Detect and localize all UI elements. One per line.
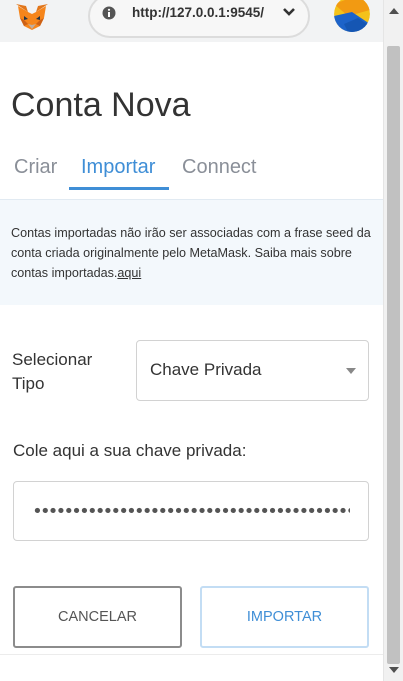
chevron-down-icon (283, 8, 295, 16)
notice-text: Contas importadas não irão ser associada… (11, 226, 371, 280)
scroll-down-arrow-icon[interactable] (388, 665, 400, 675)
key-type-value: Chave Privada (150, 360, 262, 379)
scroll-up-arrow-icon[interactable] (388, 6, 400, 16)
tab-bar: Criar Importar Connect (0, 154, 383, 200)
metamask-fox-icon[interactable] (14, 2, 50, 32)
import-button[interactable]: IMPORTAR (200, 586, 369, 648)
caret-down-icon (346, 368, 356, 374)
import-notice: Contas importadas não irão ser associada… (0, 199, 383, 305)
network-url: http://127.0.0.1:9545/ (132, 5, 265, 20)
main-content: Conta Nova Criar Importar Connect Contas… (0, 42, 383, 681)
tab-criar[interactable]: Criar (14, 156, 57, 187)
tab-connect[interactable]: Connect (182, 156, 257, 187)
private-key-label: Cole aqui a sua chave privada: (13, 441, 247, 460)
account-avatar-icon[interactable] (334, 0, 370, 32)
network-selector[interactable]: http://127.0.0.1:9545/ (88, 0, 310, 38)
scrollbar[interactable] (383, 0, 403, 681)
select-type-label: Selecionar Tipo (12, 350, 93, 393)
page-title: Conta Nova (11, 86, 191, 124)
scrollbar-thumb[interactable] (387, 46, 400, 664)
divider (0, 654, 383, 655)
app-header: http://127.0.0.1:9545/ (0, 0, 383, 42)
key-type-dropdown[interactable]: Chave Privada (136, 340, 369, 401)
info-circle-icon (102, 6, 116, 20)
cancel-button[interactable]: CANCELAR (13, 586, 182, 648)
imported-accounts-link[interactable]: aqui (117, 266, 141, 280)
private-key-input[interactable] (13, 481, 369, 541)
tab-importar[interactable]: Importar (69, 156, 170, 190)
